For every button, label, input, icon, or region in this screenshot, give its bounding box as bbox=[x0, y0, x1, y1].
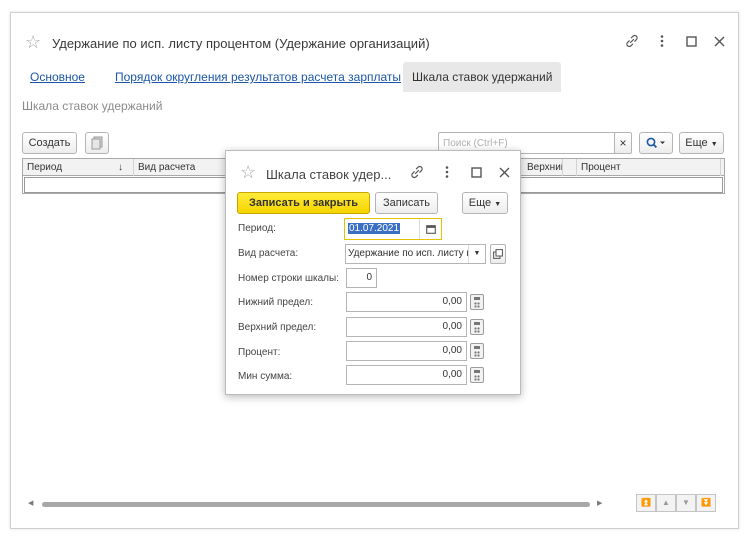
search-button[interactable] bbox=[639, 132, 673, 154]
scroll-thumb[interactable] bbox=[42, 502, 590, 507]
section-title: Шкала ставок удержаний bbox=[22, 99, 163, 113]
tab-rounding[interactable]: Порядок округления результатов расчета з… bbox=[106, 62, 410, 92]
copy-icon bbox=[91, 136, 103, 153]
calc-type-label: Вид расчета: bbox=[238, 248, 299, 259]
link-icon[interactable] bbox=[409, 164, 425, 182]
magnifier-icon bbox=[645, 137, 667, 152]
maximize-icon[interactable] bbox=[471, 167, 482, 180]
percent-label: Процент: bbox=[238, 347, 281, 358]
maximize-icon[interactable] bbox=[686, 36, 697, 49]
open-form-icon bbox=[493, 249, 503, 262]
column-min-sum[interactable]: Ми bbox=[721, 159, 726, 176]
close-icon[interactable] bbox=[714, 36, 725, 49]
tab-main[interactable]: Основное bbox=[21, 62, 94, 92]
column-percent[interactable]: Процент bbox=[576, 159, 721, 176]
scroll-left-icon[interactable]: ◀ bbox=[28, 500, 33, 508]
calculator-icon[interactable] bbox=[470, 294, 484, 310]
close-icon[interactable] bbox=[499, 167, 510, 180]
copy-button[interactable] bbox=[85, 132, 109, 154]
sort-arrow-icon: ↓ bbox=[118, 162, 123, 173]
min-sum-label: Мин сумма: bbox=[238, 371, 293, 382]
window-title: Удержание по исп. листу процентом (Удерж… bbox=[52, 36, 430, 51]
first-page-button[interactable]: ⏫ bbox=[636, 494, 656, 512]
tab-rate-scale[interactable]: Шкала ставок удержаний bbox=[403, 62, 562, 92]
horizontal-scrollbar[interactable]: ◀ ▶ bbox=[28, 500, 603, 508]
title-bar: ☆ Удержание по исп. листу процентом (Уде… bbox=[11, 13, 738, 61]
column-period[interactable]: Период ↓ bbox=[23, 159, 134, 176]
more-vertical-icon[interactable] bbox=[444, 165, 450, 181]
star-icon[interactable]: ☆ bbox=[240, 163, 256, 181]
prev-page-button[interactable]: ▲ bbox=[656, 494, 676, 512]
min-sum-field[interactable]: 0,00 bbox=[346, 365, 467, 385]
column-period-label: Период bbox=[27, 162, 63, 173]
save-and-close-button[interactable]: Записать и закрыть bbox=[237, 192, 370, 214]
period-label: Период: bbox=[238, 223, 276, 234]
calculator-icon[interactable] bbox=[470, 367, 484, 383]
chevron-down-icon: ▼ bbox=[710, 141, 718, 148]
period-field[interactable]: 01.07.2021 bbox=[344, 218, 442, 240]
percent-field[interactable]: 0,00 bbox=[346, 341, 467, 361]
dialog-title: Шкала ставок удер... bbox=[266, 167, 392, 182]
star-icon[interactable]: ☆ bbox=[25, 33, 41, 51]
up-icon: ▲ bbox=[662, 498, 670, 507]
more-vertical-icon[interactable] bbox=[659, 34, 665, 50]
next-page-button[interactable]: ▼ bbox=[676, 494, 696, 512]
calculator-icon[interactable] bbox=[470, 319, 484, 335]
search-clear-button[interactable]: × bbox=[614, 132, 632, 154]
calc-type-value: Удержание по исп. листу процентом bbox=[348, 248, 485, 259]
calendar-icon[interactable] bbox=[419, 219, 441, 239]
scroll-right-icon[interactable]: ▶ bbox=[597, 500, 602, 508]
last-icon: ⏬ bbox=[701, 498, 711, 507]
calc-type-field[interactable]: Удержание по исп. листу процентом ▼ bbox=[345, 244, 486, 264]
more-button-label: Еще bbox=[685, 137, 708, 149]
lower-limit-label: Нижний предел: bbox=[238, 297, 313, 308]
upper-limit-field[interactable]: 0,00 bbox=[346, 317, 467, 337]
open-calc-type-button[interactable] bbox=[490, 244, 506, 264]
period-value: 01.07.2021 bbox=[348, 223, 401, 234]
rate-scale-dialog: ☆ Шкала ставок удер... Записать и закрыт… bbox=[225, 150, 521, 395]
dialog-more-label: Еще bbox=[468, 197, 492, 209]
lower-limit-field[interactable]: 0,00 bbox=[346, 292, 467, 312]
last-page-button[interactable]: ⏬ bbox=[696, 494, 716, 512]
link-icon[interactable] bbox=[624, 33, 640, 51]
column-upper-limit-label: Верхний предел bbox=[527, 162, 563, 173]
save-button[interactable]: Записать bbox=[375, 192, 438, 214]
chevron-down-icon: ▼ bbox=[494, 201, 502, 208]
row-number-field[interactable]: 0 bbox=[346, 268, 377, 288]
row-number-label: Номер строки шкалы: bbox=[238, 273, 339, 284]
calc-type-dropdown-icon[interactable]: ▼ bbox=[468, 245, 485, 263]
down-icon: ▼ bbox=[682, 498, 690, 507]
create-button[interactable]: Создать bbox=[22, 132, 77, 154]
more-button[interactable]: Еще ▼ bbox=[679, 132, 724, 154]
upper-limit-label: Верхний предел: bbox=[238, 322, 317, 333]
dialog-more-button[interactable]: Еще ▼ bbox=[462, 192, 508, 214]
first-icon: ⏫ bbox=[641, 498, 651, 507]
calculator-icon[interactable] bbox=[470, 343, 484, 359]
column-calc-type[interactable]: Вид расчета bbox=[134, 159, 234, 176]
